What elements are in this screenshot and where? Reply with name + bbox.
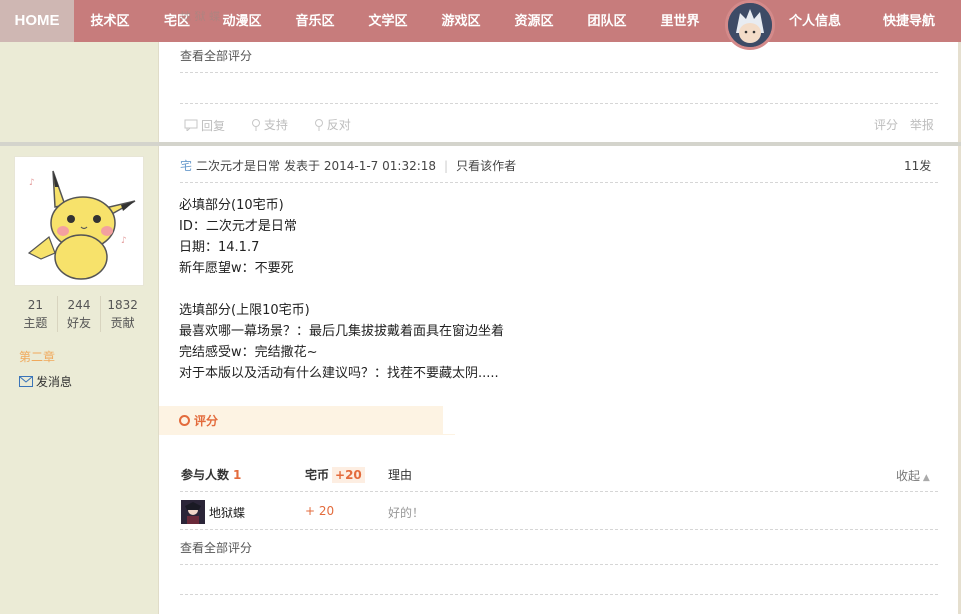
nav-item-teams[interactable]: 团队区 xyxy=(572,0,642,42)
floor-number[interactable]: 11发 xyxy=(904,157,931,174)
stat-value: 21 xyxy=(27,298,43,312)
divider xyxy=(180,72,938,73)
rating-coins: 宅币 +20 xyxy=(305,466,365,483)
user-rank[interactable]: 第二章 xyxy=(19,348,55,365)
nav-item-music[interactable]: 音乐区 xyxy=(280,0,350,42)
divider xyxy=(180,103,938,104)
divider xyxy=(180,182,938,183)
reply-button[interactable]: 回复 xyxy=(184,117,225,134)
stat-label: 好友 xyxy=(67,316,92,330)
user-stats: 21 主题 244 好友 1832 贡献 xyxy=(14,296,144,332)
nav-item-tech[interactable]: 技术区 xyxy=(74,0,146,42)
post-line: 必填部分(10宅币) xyxy=(179,198,284,213)
only-author-link[interactable]: 只看该作者 xyxy=(456,157,516,174)
divider xyxy=(180,594,938,595)
avatar-image xyxy=(728,3,772,47)
post-line: ID：二次元才是日常 xyxy=(179,219,297,234)
stat-label: 主题 xyxy=(23,316,48,330)
stat-value: 244 xyxy=(67,298,91,312)
divider xyxy=(180,529,938,530)
pin-icon xyxy=(314,119,323,131)
stat-friends[interactable]: 244 好友 xyxy=(58,296,102,332)
oppose-button[interactable]: 反对 xyxy=(314,116,351,133)
scrolled-content: 地 狱 蝶 xyxy=(180,10,220,23)
post-content: 必填部分(10宅币) ID：二次元才是日常 日期：14.1.7 新年愿望w：不要… xyxy=(179,195,504,384)
caret-up-icon: ▲ xyxy=(920,473,930,483)
divider xyxy=(180,564,938,565)
post-line: 对于本版以及活动有什么建议吗？：找茬不要藏太阴..... xyxy=(179,366,499,381)
nav-item-games[interactable]: 游戏区 xyxy=(426,0,496,42)
separator: | xyxy=(444,158,449,173)
post-header: 宅 二次元才是日常 发表于 2014-1-7 01:32:18 | 只看该作者 xyxy=(180,157,516,174)
nav-item-resources[interactable]: 资源区 xyxy=(499,0,569,42)
nav-home[interactable]: HOME xyxy=(0,0,74,42)
rating-participants: 参与人数 1 xyxy=(181,466,241,483)
post-line: 完结感受w：完结撒花~ xyxy=(179,345,318,360)
svg-text:♪: ♪ xyxy=(121,236,127,246)
post-line: 日期：14.1.7 xyxy=(179,240,260,255)
rater-value: + 20 xyxy=(305,504,335,518)
report-link[interactable]: 举报 xyxy=(910,118,934,132)
stat-threads[interactable]: 21 主题 xyxy=(14,296,58,332)
post-line: 最喜欢哪一幕场景？：最后几集拔拔戴着面具在窗边坐着 xyxy=(179,324,505,339)
send-message-link[interactable]: 发消息 xyxy=(19,373,72,390)
rater-row: 地狱蝶 xyxy=(181,500,245,524)
post-separator xyxy=(0,142,961,146)
divider xyxy=(180,491,938,492)
rater-avatar-image xyxy=(181,500,205,524)
prev-post-right-links: 评分 举报 xyxy=(866,116,934,133)
post-line xyxy=(179,279,504,300)
stat-label: 贡献 xyxy=(110,316,135,330)
support-button[interactable]: 支持 xyxy=(251,116,288,133)
rater-name[interactable]: 地狱蝶 xyxy=(209,504,245,521)
rating-title: 评分 xyxy=(179,412,218,429)
participants-label: 参与人数 xyxy=(181,468,230,482)
prev-post-actions: 回复 支持 反对 xyxy=(184,116,373,134)
send-message-label: 发消息 xyxy=(36,375,73,389)
post-line: 新年愿望w：不要死 xyxy=(179,261,294,276)
post-timestamp: 发表于 2014-1-7 01:32:18 xyxy=(284,159,437,173)
stat-contribution[interactable]: 1832 贡献 xyxy=(101,296,144,332)
nav-profile[interactable]: 个人信息 xyxy=(780,0,850,42)
nav-item-literature[interactable]: 文学区 xyxy=(353,0,423,42)
user-avatar[interactable] xyxy=(725,0,775,50)
comment-icon xyxy=(184,119,198,131)
stat-value: 1832 xyxy=(107,298,138,312)
nav-quick[interactable]: 快捷导航 xyxy=(872,0,946,42)
author-avatar[interactable]: ♪ ♪ xyxy=(14,156,144,286)
collapse-button[interactable]: 收起 ▲ xyxy=(896,467,930,484)
circle-icon xyxy=(179,415,190,426)
coin-total: +20 xyxy=(332,467,365,483)
top-nav: HOME 技术区 宅区 动漫区 音乐区 文学区 游戏区 资源区 团队区 里世界 … xyxy=(0,0,961,50)
envelope-icon xyxy=(19,376,33,387)
pikachu-avatar-image: ♪ ♪ xyxy=(15,157,143,285)
rater-avatar[interactable] xyxy=(181,500,205,524)
participants-count: 1 xyxy=(233,468,242,482)
svg-text:♪: ♪ xyxy=(29,178,35,188)
pin-icon xyxy=(251,119,260,131)
rating-reason-header: 理由 xyxy=(388,468,413,482)
prev-see-all-ratings[interactable]: 查看全部评分 xyxy=(180,47,252,64)
rater-reason: 好的！ xyxy=(388,506,425,520)
coin-label: 宅币 xyxy=(305,468,330,482)
post-line: 选填部分(上限10宅币) xyxy=(179,303,310,318)
collapse-label: 收起 xyxy=(896,469,921,483)
online-status-icon: 宅 xyxy=(180,159,193,173)
rating-label: 评分 xyxy=(194,414,219,428)
rate-link[interactable]: 评分 xyxy=(874,118,898,132)
post-author[interactable]: 二次元才是日常 xyxy=(196,157,280,174)
see-all-ratings[interactable]: 查看全部评分 xyxy=(180,539,252,556)
nav-item-inner-world[interactable]: 里世界 xyxy=(645,0,715,42)
